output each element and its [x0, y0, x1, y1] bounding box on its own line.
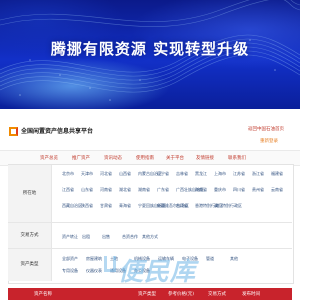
nav-item-overview[interactable]: 资产总览 — [40, 155, 58, 161]
filter-label-region: 所在地 — [8, 165, 52, 222]
region-option[interactable]: 北京市 — [62, 171, 74, 177]
nav-item-about[interactable]: 关于平台 — [166, 155, 184, 161]
region-option[interactable]: 重庆市 — [214, 187, 226, 193]
site-logo-icon[interactable] — [9, 127, 18, 136]
region-option[interactable]: 贵州省 — [252, 187, 264, 193]
site-name[interactable]: 全国闲置资产信息共享平台 — [21, 126, 93, 135]
region-option[interactable]: 天津市 — [81, 171, 93, 177]
watermark-house-icon — [104, 256, 116, 272]
region-option[interactable]: 浙江省 — [252, 171, 264, 177]
region-option[interactable]: 山西省 — [119, 171, 131, 177]
column-header-method[interactable]: 交易方式 — [208, 291, 226, 297]
region-option[interactable]: 江苏省 — [233, 171, 245, 177]
region-option[interactable]: 西藏自治区 — [62, 203, 82, 209]
nav-item-guide[interactable]: 使用指南 — [136, 155, 154, 161]
method-option[interactable]: 出售 — [102, 234, 110, 240]
type-option[interactable]: 其他 — [230, 256, 238, 262]
column-header-date[interactable]: 发布时间 — [242, 291, 260, 297]
region-option[interactable]: 上海市 — [214, 171, 226, 177]
nav-item-promoted[interactable]: 推广资产 — [72, 155, 90, 161]
region-option[interactable]: 湖南省 — [138, 187, 150, 193]
watermark-text: 便民库 — [118, 257, 197, 286]
type-option[interactable]: 房屋建筑 — [86, 256, 102, 262]
region-option[interactable]: 河北省 — [100, 171, 112, 177]
region-option[interactable]: 山东省 — [81, 187, 93, 193]
region-option[interactable]: 吉林省 — [176, 171, 188, 177]
region-option[interactable]: 青海省 — [119, 203, 131, 209]
region-option[interactable]: 澳门特别行政区 — [214, 203, 242, 209]
top-home-link[interactable]: 返回中国石油首页 — [248, 126, 284, 132]
region-option[interactable]: 河南省 — [100, 187, 112, 193]
nav-item-contact[interactable]: 联系我们 — [228, 155, 246, 161]
method-option[interactable]: 合资合作 — [122, 234, 138, 240]
region-option[interactable]: 福建省 — [271, 171, 283, 177]
type-option[interactable]: 专用设备 — [62, 268, 78, 274]
filter-label-type: 资产类型 — [8, 249, 52, 281]
region-option[interactable]: 湖北省 — [119, 187, 131, 193]
nav-item-news[interactable]: 资讯动态 — [104, 155, 122, 161]
method-option[interactable]: 出租 — [82, 234, 90, 240]
login-link[interactable]: 重新登录 — [260, 138, 278, 144]
region-option[interactable]: 海南省 — [195, 187, 207, 193]
column-header-price[interactable]: 参考价格(元) — [168, 291, 194, 297]
region-option[interactable]: 四川省 — [233, 187, 245, 193]
hero-banner: 腾挪有限资源 实现转型升级 — [0, 0, 300, 109]
method-option[interactable]: 其他方式 — [142, 234, 158, 240]
type-option[interactable]: 仪器仪表 — [86, 268, 102, 274]
nav-item-links[interactable]: 友情链接 — [196, 155, 214, 161]
column-header-name[interactable]: 资产名称 — [34, 291, 52, 297]
region-option[interactable]: 甘肃省 — [100, 203, 112, 209]
region-option[interactable]: 江西省 — [62, 187, 74, 193]
column-header-type[interactable]: 资产类型 — [138, 291, 156, 297]
region-option[interactable]: 辽宁省 — [157, 171, 169, 177]
method-option[interactable]: 资产转让 — [62, 234, 78, 240]
region-option[interactable]: 台湾省 — [176, 203, 188, 209]
type-option[interactable]: 全部资产 — [62, 256, 78, 262]
region-option[interactable]: 陕西省 — [81, 203, 93, 209]
region-option[interactable]: 黑龙江 — [195, 171, 207, 177]
results-table-header: 资产名称 资产类型 参考价格(元) 交易方式 发布时间 — [8, 288, 292, 300]
region-option[interactable]: 云南省 — [271, 187, 283, 193]
banner-slogan: 腾挪有限资源 实现转型升级 — [50, 40, 250, 58]
region-option[interactable]: 广东省 — [157, 187, 169, 193]
filter-label-method: 交易方式 — [8, 223, 52, 248]
